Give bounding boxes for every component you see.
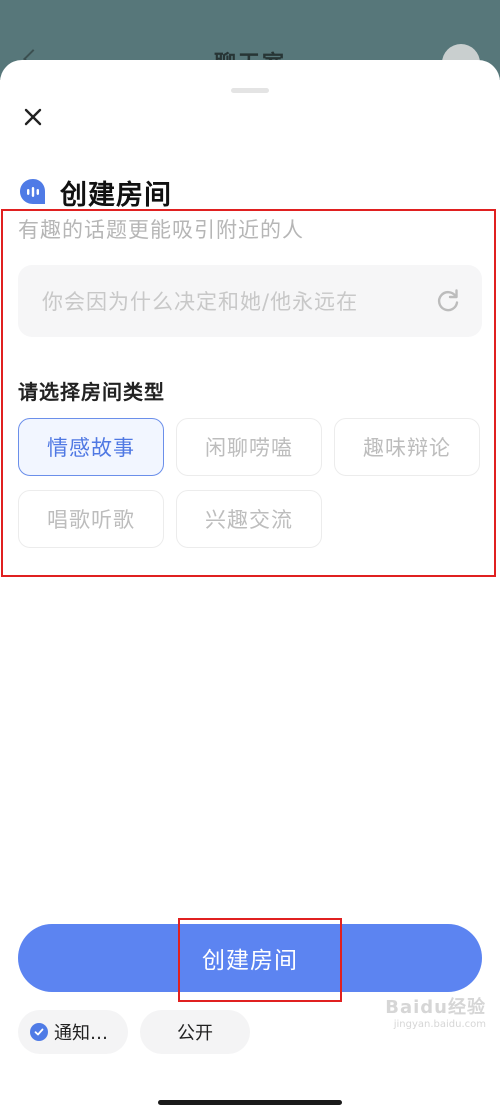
check-icon <box>30 1023 48 1041</box>
annotation-box-create-button <box>178 918 342 1002</box>
annotation-box-room-form <box>1 209 496 577</box>
watermark-domain: jingyan.baidu.com <box>393 1019 486 1030</box>
watermark: Baidu经验 jingyan.baidu.com <box>385 993 486 1030</box>
close-icon <box>24 108 42 126</box>
notify-toggle[interactable]: 通知… <box>18 1010 128 1054</box>
close-button[interactable] <box>18 102 48 132</box>
watermark-brand: Baidu经验 <box>385 997 486 1018</box>
drag-handle[interactable] <box>231 88 269 93</box>
home-indicator <box>158 1100 342 1105</box>
sheet-header: 创建房间 <box>18 172 172 212</box>
chat-bubble-icon <box>20 179 45 204</box>
visibility-label: 公开 <box>177 1023 213 1044</box>
visibility-toggle[interactable]: 公开 <box>140 1010 250 1054</box>
notify-label: 通知… <box>54 1023 108 1044</box>
page-title: 创建房间 <box>60 179 172 211</box>
